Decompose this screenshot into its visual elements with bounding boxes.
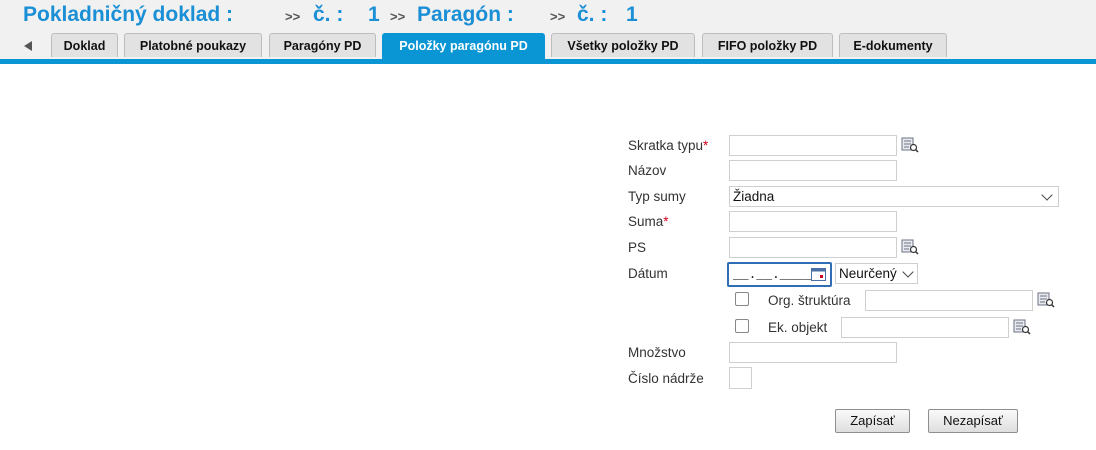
org-struktura-checkbox[interactable] [735,292,749,306]
ek-objekt-label: Ek. objekt [768,320,828,335]
nazov-label: Názov [628,163,667,178]
ps-input[interactable] [729,237,897,258]
tab-doklad[interactable]: Doklad [51,33,118,57]
document-number-value: 1 [368,3,380,26]
cislo-nadrze-input[interactable] [729,367,752,389]
skratka-typu-input[interactable] [729,135,897,156]
org-struktura-label: Org. štruktúra [768,293,851,308]
ek-objekt-checkbox[interactable] [735,319,749,333]
cislo-nadrze-label: Číslo nádrže [628,371,704,386]
cancel-button[interactable]: Nezapísať [928,409,1018,433]
datum-mode-select[interactable]: Neurčený [835,263,918,284]
save-button[interactable]: Zapísať [835,409,910,433]
required-mark: * [703,138,709,153]
lookup-icon[interactable] [901,137,919,153]
breadcrumb-separator: >> [285,9,301,24]
datum-mode-value: Neurčený [839,266,897,281]
suma-label: Suma* [628,214,669,229]
tab-scroll-left-icon[interactable] [24,41,32,51]
tab-e-dokumenty[interactable]: E-dokumenty [839,33,947,57]
chevron-down-icon [902,266,914,278]
lookup-icon[interactable] [901,239,919,255]
mnozstvo-label: Množstvo [628,345,686,360]
tab-bar: Doklad Platobné poukazy Paragóny PD Polo… [0,33,1096,59]
tab-polozky-paragonu-pd[interactable]: Položky paragónu PD [382,33,545,59]
form-panel [0,64,1096,450]
document-title: Pokladničný doklad : [23,3,234,26]
tab-fifo-polozky-pd[interactable]: FIFO položky PD [702,33,833,57]
tab-paragony-pd[interactable]: Paragóny PD [269,33,376,57]
typ-sumy-value: Žiadna [733,189,775,204]
tab-platobne-poukazy[interactable]: Platobné poukazy [124,33,262,57]
nazov-input[interactable] [729,160,897,181]
lookup-icon[interactable] [1037,292,1055,308]
mnozstvo-input[interactable] [729,342,897,363]
header-bar: Pokladničný doklad : >> č. : 1 >> Paragó… [0,0,1096,62]
breadcrumb-separator: >> [390,9,406,24]
receipt-title: Paragón : [417,3,514,26]
typ-sumy-select[interactable]: Žiadna [729,186,1059,207]
ps-label: PS [628,240,647,255]
datum-placeholder: __.__.____ [733,267,812,282]
tab-vsetky-polozky-pd[interactable]: Všetky položky PD [551,33,695,57]
suma-input[interactable] [729,211,897,232]
breadcrumb-separator: >> [550,9,566,24]
typ-sumy-label: Typ sumy [628,189,686,204]
document-number-label: č. : [313,3,344,26]
required-mark: * [663,214,669,229]
chevron-down-icon [1041,189,1053,201]
lookup-icon[interactable] [1013,319,1031,335]
datum-label: Dátum [628,266,668,281]
receipt-number-value: 1 [626,3,638,26]
ek-objekt-input[interactable] [841,317,1009,338]
org-struktura-input[interactable] [865,290,1033,311]
skratka-typu-label: Skratka typu* [628,138,709,153]
datum-input[interactable]: __.__.____ [727,262,832,287]
receipt-number-label: č. : [577,3,608,26]
calendar-icon[interactable] [811,267,826,281]
